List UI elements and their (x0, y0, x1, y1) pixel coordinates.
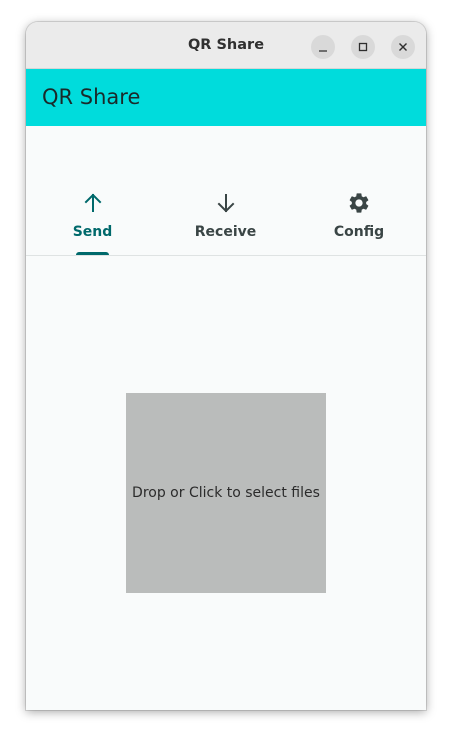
arrow-up-icon (84, 193, 101, 212)
tab-config[interactable]: Config (292, 176, 426, 255)
maximize-button[interactable] (351, 35, 375, 59)
maximize-icon (358, 42, 368, 52)
file-drop-zone[interactable]: Drop or Click to select files (126, 393, 326, 593)
close-icon (399, 43, 407, 51)
drop-zone-text: Drop or Click to select files (132, 485, 320, 501)
tab-send[interactable]: Send (26, 176, 159, 255)
title-bar[interactable]: QR Share (26, 22, 426, 69)
app-window: QR Share QR Share Send Receive Config Dr… (26, 22, 426, 710)
tab-bar: Send Receive Config (26, 176, 426, 256)
close-button[interactable] (391, 35, 415, 59)
tab-receive-label: Receive (194, 224, 257, 240)
tab-config-label: Config (333, 224, 385, 240)
tab-receive[interactable]: Receive (159, 176, 292, 255)
app-bar: QR Share (26, 69, 426, 126)
tab-send-label: Send (72, 224, 113, 240)
arrow-down-icon (217, 194, 234, 213)
gear-icon (349, 193, 369, 213)
minimize-icon (319, 50, 327, 52)
tab-selected-indicator (76, 252, 109, 255)
app-bar-title: QR Share (42, 85, 141, 109)
minimize-button[interactable] (311, 35, 335, 59)
